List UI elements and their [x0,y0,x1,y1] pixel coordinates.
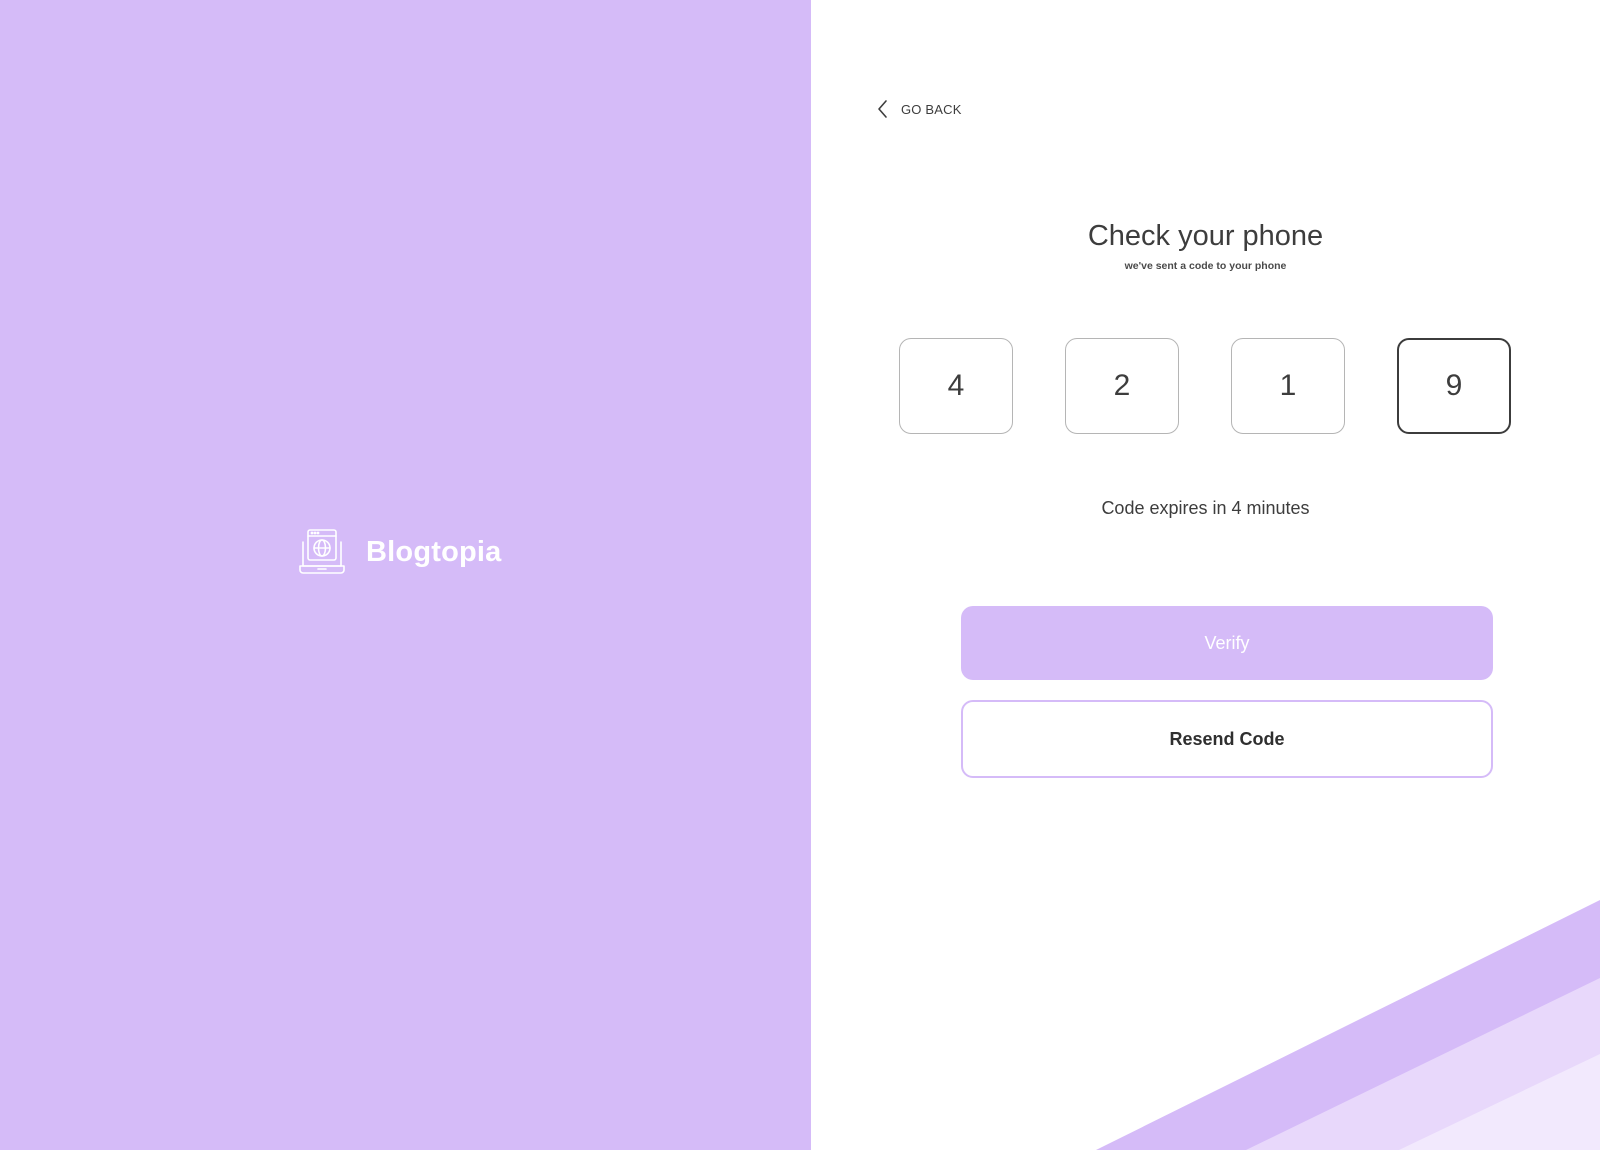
brand-name: Blogtopia [366,535,502,568]
go-back-link[interactable]: GO BACK [875,99,962,119]
brand-panel: Blogtopia [0,0,811,1150]
go-back-label: GO BACK [901,101,962,117]
page-subtitle: we've sent a code to your phone [1124,260,1287,272]
chevron-left-icon [878,100,887,118]
code-expiry-text: Code expires in 4 minutes [1101,498,1310,518]
resend-code-button[interactable]: Resend Code [961,700,1493,778]
code-digit-1[interactable]: 4 [899,338,1013,434]
brand-logo: Blogtopia [298,528,502,576]
decorative-stripes [1096,900,1600,1150]
verify-button[interactable]: Verify [961,606,1493,680]
code-digit-4[interactable]: 9 [1397,338,1511,434]
page-title: Check your phone [1087,220,1324,252]
code-digit-2[interactable]: 2 [1065,338,1179,434]
verification-panel: GO BACK Check your phone we've sent a co… [811,0,1600,1150]
code-digit-3[interactable]: 1 [1231,338,1345,434]
laptop-globe-icon [299,529,345,574]
